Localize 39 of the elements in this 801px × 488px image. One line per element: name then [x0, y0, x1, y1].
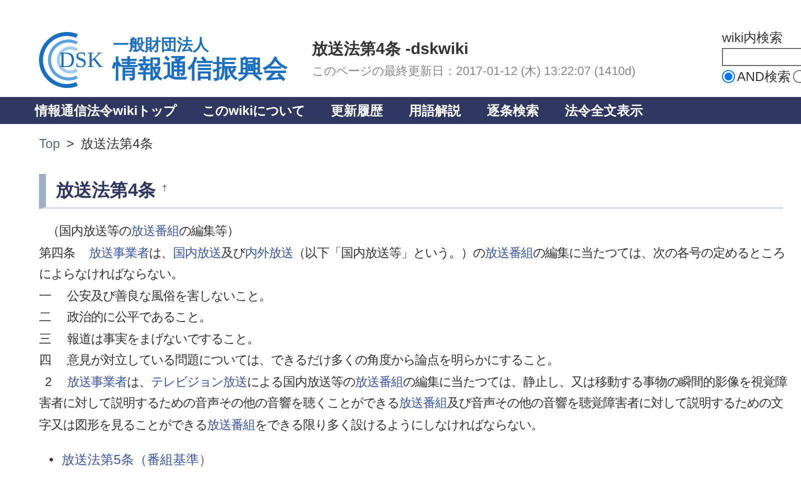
related-link[interactable]: 放送法第5条（番組基準） — [62, 450, 212, 470]
term-link[interactable]: 放送事業者 — [89, 246, 149, 260]
term-link[interactable]: 放送番組 — [207, 418, 255, 432]
term-link[interactable]: 放送番組 — [355, 374, 403, 389]
breadcrumb-current: 放送法第4条 — [80, 135, 153, 153]
breadcrumb-link[interactable]: Top — [39, 134, 60, 154]
term-link[interactable]: 国内放送 — [173, 246, 221, 260]
search-field[interactable] — [722, 48, 801, 66]
law-paragraph: 二 政治的に公平であること。 — [39, 309, 212, 326]
term-link[interactable]: テレビジョン放送 — [151, 374, 247, 389]
nav-link[interactable]: 法令全文表示 — [565, 97, 644, 124]
breadcrumb-separator: > — [66, 135, 74, 153]
law-paragraph: 2 放送事業者は、テレビジョン放送による国内放送等の放送番組の編集に当たつては、静止し、又は移動する事物の瞬間的影像を視覚障害者に対して説明するための音声その他の音響を聴くことができる放送番組及び音声その他の音響を聴覚障害者に対して説明するための文字又は図形を見ることができる放送番組をできる限り多く設けるようにしなければならない。 — [39, 374, 787, 434]
search-mode-label: AND検索 — [737, 68, 790, 86]
term-link[interactable]: 放送番組 — [399, 396, 447, 410]
search-mode-radio[interactable] — [722, 70, 735, 84]
nav-link[interactable]: 用語解説 — [409, 97, 462, 124]
page-heading: 放送法第4条 — [56, 180, 156, 200]
anchor-link[interactable]: † — [162, 183, 168, 193]
law-paragraph: 第四条 放送事業者は、国内放送及び内外放送（以下「国内放送等」という。）の放送番組の編集に当たつては、次の各号の定めるところによらなければならない。 — [39, 244, 786, 284]
law-paragraph: （国内放送等の放送番組の編集等） — [46, 223, 240, 240]
nav-link[interactable]: 更新履歴 — [331, 97, 384, 124]
term-link[interactable]: 放送番組 — [131, 224, 179, 238]
page-title: 放送法第4条 -dskwiki — [312, 40, 470, 60]
term-link[interactable]: 内外放送 — [245, 246, 293, 260]
law-paragraph: 四 意見が対立している問題については、できるだけ多くの角度から論点を明らかにすること。 — [39, 352, 560, 370]
law-paragraph: 一 公安及び善良な風俗を害しないこと。 — [39, 288, 272, 305]
nav-link[interactable]: 逐条検索 — [487, 97, 540, 124]
bullet-mark: • — [49, 451, 54, 470]
term-link[interactable]: 放送事業者 — [67, 374, 127, 389]
last-modified-text: このページの最終更新日：2017-01-12 (木) 13:22:07 (1410d) — [312, 63, 636, 80]
law-paragraph: 三 報道は事実をまげないですること。 — [39, 330, 260, 348]
org-type-text: 一般財団法人 — [113, 36, 210, 54]
logo-mark: DSK — [59, 46, 104, 74]
nav-link[interactable]: このwikiについて — [202, 97, 306, 124]
nav-link[interactable]: 情報通信法令wikiトップ — [35, 97, 177, 124]
org-name-text: 情報通信振興会 — [113, 54, 288, 82]
term-link[interactable]: 放送番組 — [485, 246, 533, 260]
search-label: wiki内検索 — [722, 29, 784, 47]
